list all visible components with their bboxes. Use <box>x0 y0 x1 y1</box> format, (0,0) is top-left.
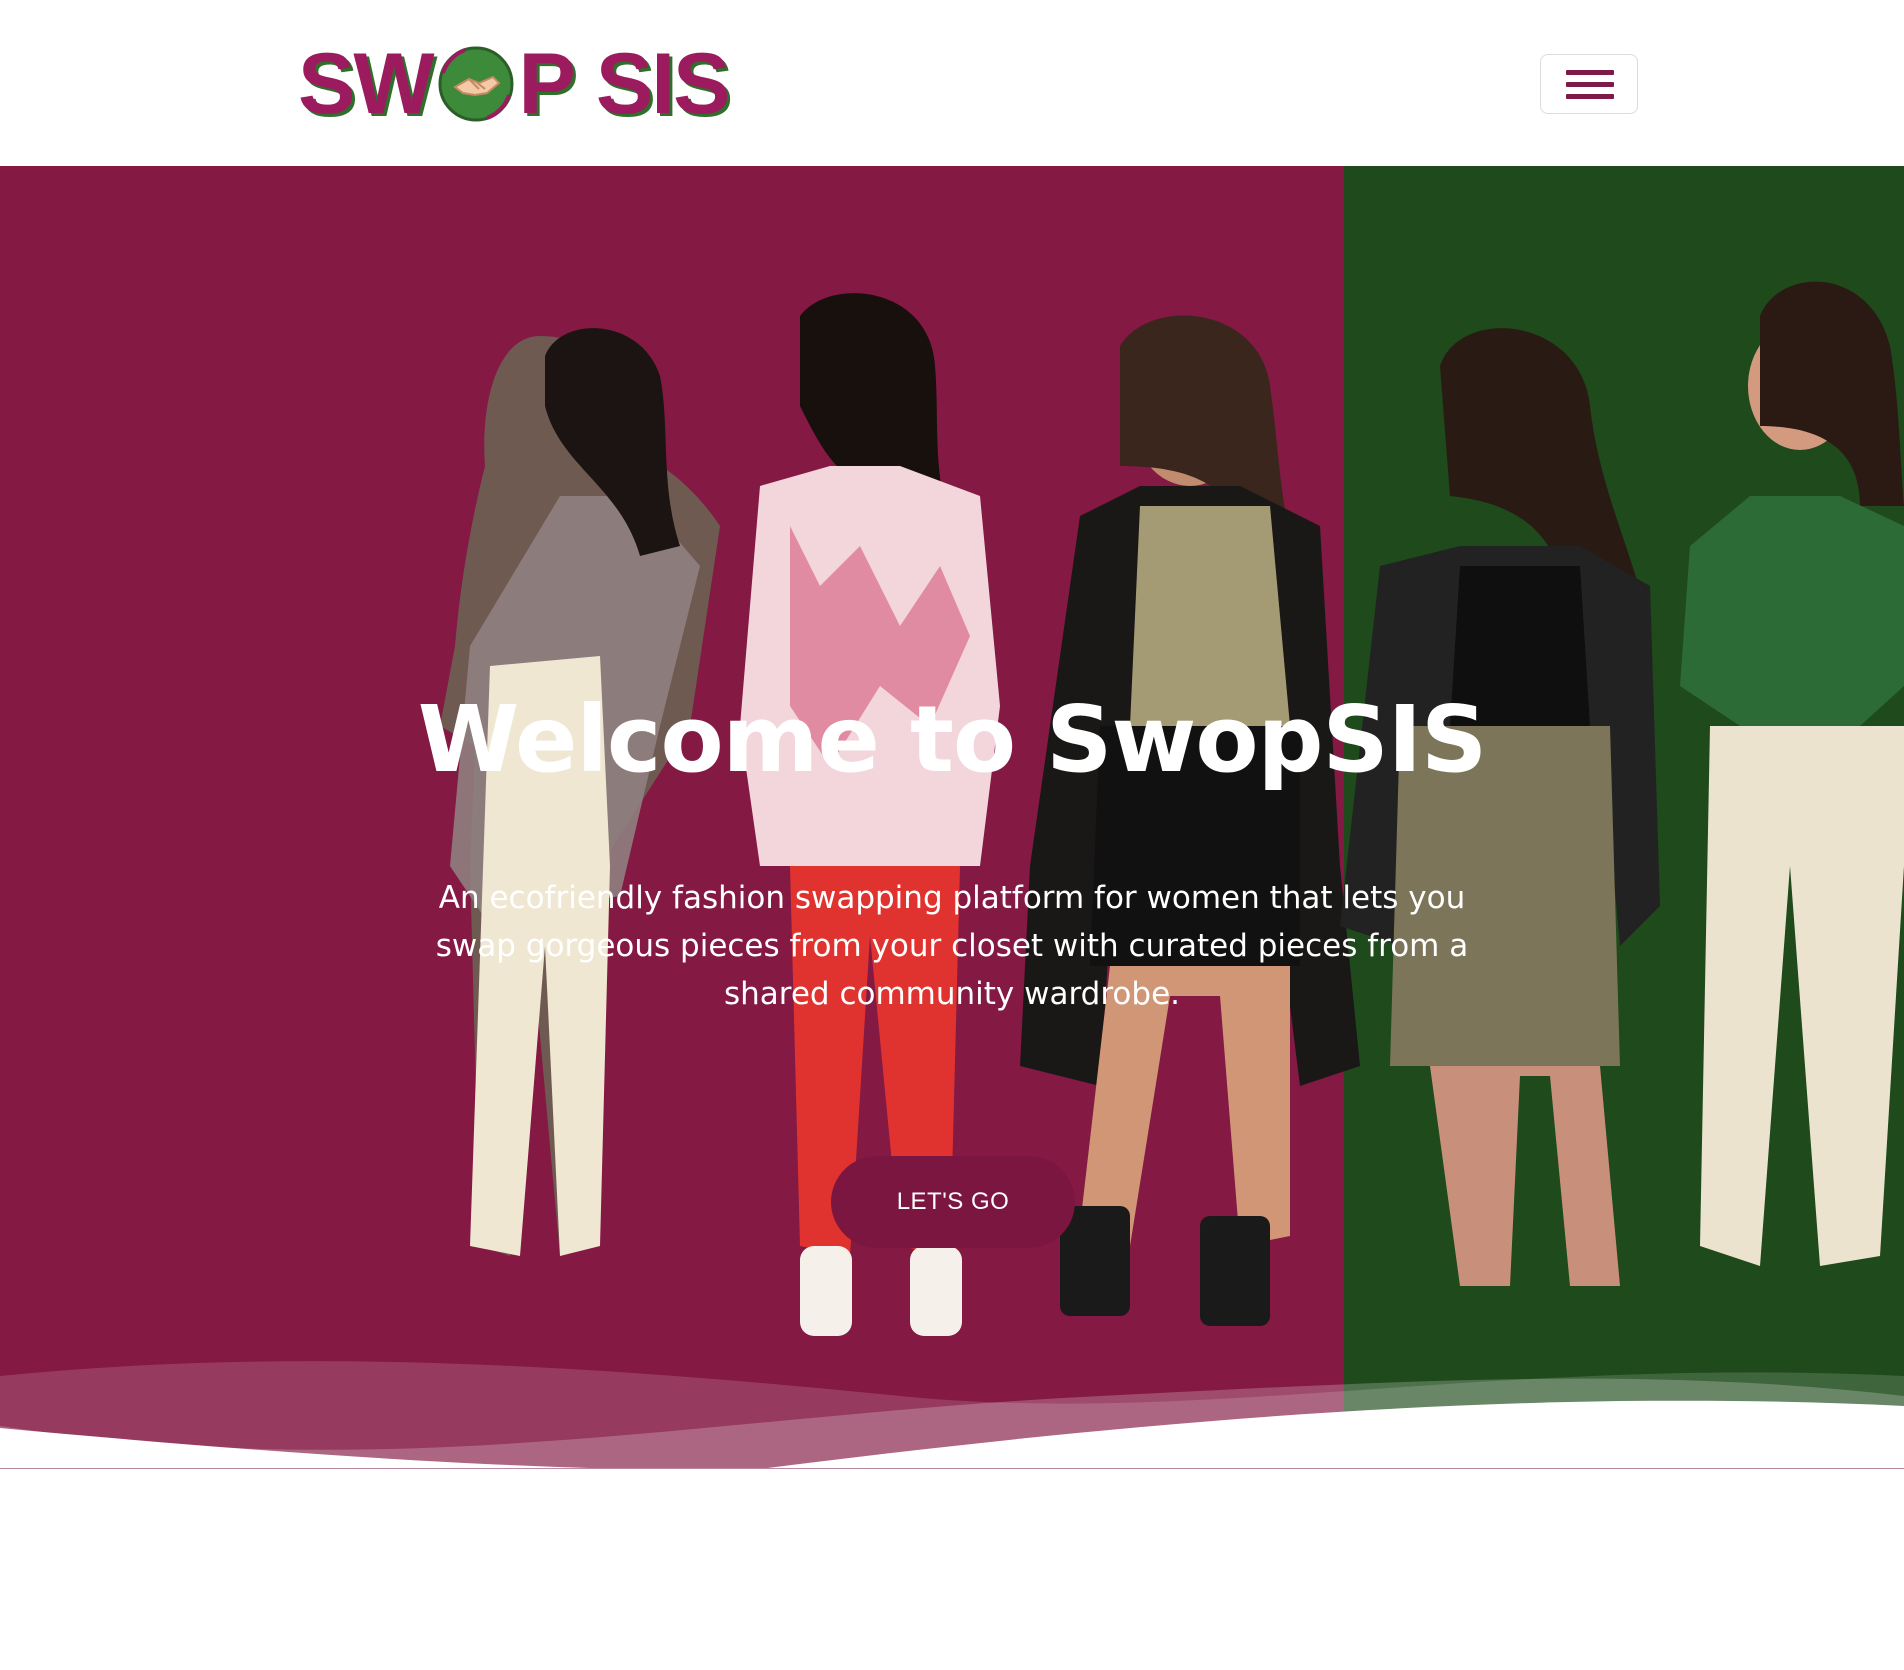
hero-title: Welcome to SwopSIS <box>417 686 1487 793</box>
handshake-globe-icon <box>435 43 517 125</box>
model-4 <box>1340 328 1660 1286</box>
logo-text-p: P <box>518 36 576 132</box>
section-divider <box>0 1468 1904 1469</box>
page: SW P SIS Welcome to SwopSIS An ecofriend… <box>0 0 1904 1670</box>
brand-logo-link[interactable]: SW P SIS <box>298 36 731 132</box>
lets-go-button[interactable]: LET'S GO <box>831 1156 1075 1248</box>
hamburger-menu-button[interactable] <box>1540 54 1638 114</box>
navbar: SW P SIS <box>0 0 1904 167</box>
hero-subtitle: An ecofriendly fashion swapping platform… <box>435 880 1469 1012</box>
logo-text-sw: SW <box>298 36 435 132</box>
logo-text-sis: SIS <box>595 36 731 132</box>
hero-section: Welcome to SwopSIS An ecofriendly fashio… <box>0 166 1904 1469</box>
hero-group-photo <box>440 281 1904 1336</box>
content-area-below-hero <box>0 1470 1904 1670</box>
model-3 <box>1020 315 1360 1326</box>
